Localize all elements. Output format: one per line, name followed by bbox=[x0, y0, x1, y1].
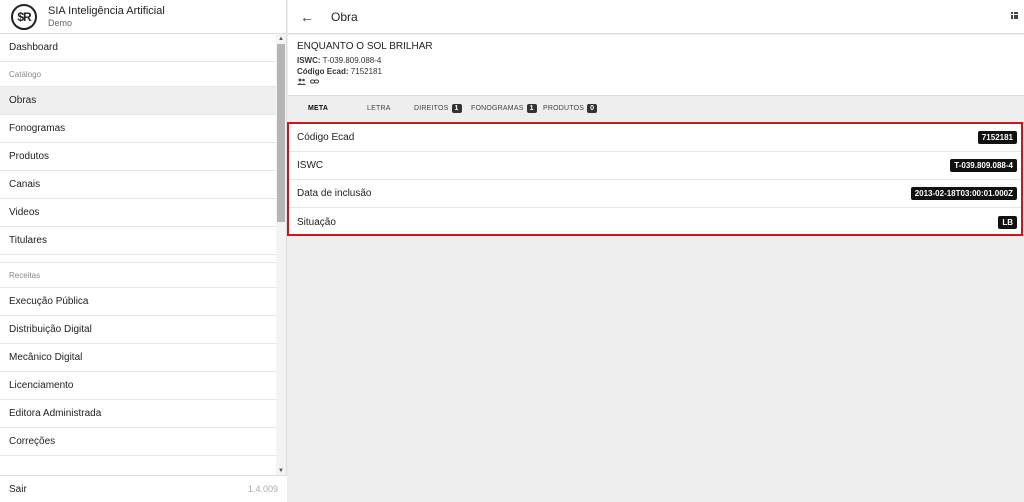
detail-row: Data de inclusão 2013-02-18T03:00:01.000Z bbox=[289, 180, 1021, 208]
detail-label: Código Ecad bbox=[297, 132, 355, 143]
sidebar-item-produtos[interactable]: Produtos bbox=[0, 143, 276, 171]
tabs: META LETRA DIREITOS 1 FONOGRAMAS 1 PRODUTOS 0 bbox=[288, 97, 1024, 120]
detail-label: Situação bbox=[297, 216, 336, 228]
logout-link[interactable]: Sair bbox=[9, 484, 27, 495]
link-icon[interactable] bbox=[310, 78, 319, 87]
people-icon[interactable] bbox=[297, 78, 306, 87]
tab-count-badge: 1 bbox=[526, 104, 537, 113]
sidebar-item-execucao-publica[interactable]: Execução Pública bbox=[0, 288, 276, 316]
sidebar-item-distribuicao-digital[interactable]: Distribuição Digital bbox=[0, 316, 276, 344]
detail-value-badge: LB bbox=[998, 215, 1017, 229]
tab-produtos[interactable]: PRODUTOS 0 bbox=[543, 97, 598, 120]
work-header: ENQUANTO O SOL BRILHAR ISWC: T-039.809.0… bbox=[288, 35, 1024, 96]
sidebar-item-correcoes[interactable]: Correções bbox=[0, 428, 276, 456]
detail-row: Código Ecad 7152181 bbox=[289, 124, 1021, 152]
tab-count-badge: 0 bbox=[587, 104, 598, 113]
brand-header: $R SIA Inteligência Artificial Demo bbox=[0, 0, 286, 34]
brand-subtitle: Demo bbox=[48, 17, 73, 28]
sidebar-nav: Dashboard Catálogo Obras Fonogramas Produtos… bbox=[0, 34, 276, 475]
sidebar-section-receitas: Receitas bbox=[0, 263, 276, 288]
detail-row: Situação LB bbox=[289, 208, 1021, 236]
scroll-thumb[interactable] bbox=[277, 44, 285, 222]
top-bar: ← Obra bbox=[288, 0, 1024, 34]
sidebar-item-videos[interactable]: Videos bbox=[0, 199, 276, 227]
sidebar-item-fonogramas[interactable]: Fonogramas bbox=[0, 115, 276, 143]
sidebar-section-catalogo: Catálogo bbox=[0, 62, 276, 87]
grid-icon[interactable] bbox=[1011, 12, 1018, 19]
work-details-panel: Código Ecad 7152181 ISWC T-039.809.088-4 Dat… bbox=[287, 122, 1023, 236]
work-title: ENQUANTO O SOL BRILHAR bbox=[297, 41, 433, 52]
detail-label: Data de inclusão bbox=[297, 188, 372, 199]
brand-name: SIA Inteligência Artificial bbox=[48, 5, 165, 17]
sidebar-item-titulares[interactable]: Titulares bbox=[0, 227, 276, 255]
detail-value-badge: 2013-02-18T03:00:01.000Z bbox=[910, 187, 1017, 200]
tab-fonogramas[interactable]: FONOGRAMAS 1 bbox=[471, 97, 537, 120]
detail-value-badge: 7152181 bbox=[977, 131, 1017, 144]
work-ecad: Código Ecad: 7152181 bbox=[297, 67, 382, 76]
logo: $R bbox=[11, 3, 37, 30]
sidebar-item-canais[interactable]: Canais bbox=[0, 171, 276, 199]
work-iswc: ISWC: T-039.809.088-4 bbox=[297, 56, 382, 65]
sidebar-item-licenciamento[interactable]: Licenciamento bbox=[0, 372, 276, 400]
sidebar-item-dashboard[interactable]: Dashboard bbox=[0, 34, 276, 62]
sidebar-divider bbox=[0, 255, 276, 263]
sidebar-footer: Sair 1.4.009 bbox=[0, 475, 287, 502]
sidebar-item-mecanico-digital[interactable]: Mecânico Digital bbox=[0, 344, 276, 372]
page-title: Obra bbox=[331, 9, 358, 24]
tab-letra[interactable]: LETRA bbox=[367, 97, 391, 120]
sidebar-item-editora-administrada[interactable]: Editora Administrada bbox=[0, 400, 276, 428]
tab-count-badge: 1 bbox=[451, 104, 462, 113]
detail-row: ISWC T-039.809.088-4 bbox=[289, 152, 1021, 180]
detail-label: ISWC bbox=[297, 160, 324, 171]
scroll-up-icon[interactable]: ▲ bbox=[276, 34, 286, 43]
arrow-left-icon[interactable]: ← bbox=[300, 10, 314, 24]
tab-meta[interactable]: META bbox=[308, 97, 328, 120]
sidebar-item-obras[interactable]: Obras bbox=[0, 87, 276, 115]
tab-direitos[interactable]: DIREITOS 1 bbox=[414, 97, 462, 120]
sidebar: $R SIA Inteligência Artificial Demo Dash… bbox=[0, 0, 287, 502]
scroll-down-icon[interactable]: ▼ bbox=[276, 466, 286, 475]
app-version: 1.4.009 bbox=[247, 484, 278, 494]
sidebar-scrollbar[interactable]: ▲ ▼ bbox=[276, 34, 286, 475]
detail-value-badge: T-039.809.088-4 bbox=[950, 159, 1017, 172]
